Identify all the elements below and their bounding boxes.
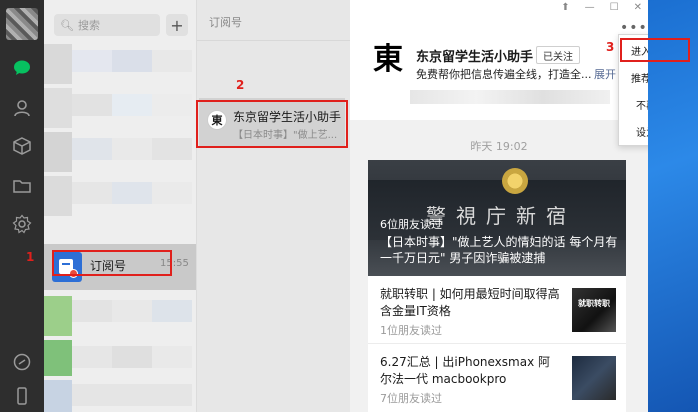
blurred-text [72, 50, 112, 72]
column-title: 订阅号 [209, 16, 242, 29]
blurred-text [112, 182, 152, 204]
blurred-avatar [44, 88, 72, 128]
blurred-text [112, 138, 152, 160]
article-reads: 7位朋友读过 [380, 392, 442, 405]
main-article[interactable]: 警視庁新宿 6位朋友读过 【日本时事】"做上艺人的情妇的话 每个月有一千万日元"… [368, 160, 626, 276]
annotation-number-1: 1 [26, 250, 35, 264]
blurred-avatar [44, 44, 72, 84]
article-thumbnail: 就职转职 [572, 288, 616, 332]
chat-icon[interactable] [12, 58, 32, 78]
mini-program-icon[interactable] [12, 352, 32, 372]
account-header: ⬆ — ☐ ✕ ••• 東 东京留学生活小助手 已关注 免费帮你把信息传遍全线，… [350, 0, 648, 120]
favorites-icon[interactable] [12, 136, 32, 156]
expand-label: 展开 [594, 68, 616, 81]
blurred-text [112, 300, 152, 322]
subscription-column: 订阅号 東 东京留学生活小助手 【日本时事】"做上艺... [196, 0, 351, 412]
blurred-text [152, 138, 192, 160]
annotation-box-3 [620, 38, 690, 62]
account-description: 免费帮你把信息传遍全线，打造全... [416, 68, 592, 81]
blurred-avatar [44, 296, 72, 336]
blurred-text [72, 384, 192, 406]
blurred-text [112, 50, 152, 72]
article-title: 【日本时事】"做上艺人的情妇的话 每个月有一千万日元" 男子因诈骗被逮捕 [380, 235, 618, 265]
plus-icon[interactable]: + [166, 14, 188, 36]
blurred-text [152, 50, 192, 72]
article-item[interactable]: 就职转职 | 如何用最短时间取得高含金量IT资格 1位朋友读过 就职转职 [368, 276, 626, 344]
blurred-avatar [44, 132, 72, 172]
article-thumbnail [572, 356, 616, 400]
blurred-text [152, 346, 192, 368]
thumbnail-text: 就职转职 [578, 299, 610, 308]
maximize-icon[interactable]: ☐ [610, 2, 619, 14]
chat-list: 🔍︎ 搜索 + [44, 0, 196, 412]
blurred-text [72, 182, 112, 204]
article-reads: 6位朋友读过 [380, 218, 442, 231]
article-title: 就职转职 | 如何用最短时间取得高含金量IT资格 [380, 287, 560, 318]
contacts-icon[interactable] [12, 98, 32, 118]
search-input[interactable]: 🔍︎ 搜索 [54, 14, 160, 36]
blurred-info [410, 90, 610, 104]
blurred-text [112, 94, 152, 116]
blurred-avatar [44, 176, 72, 216]
user-avatar[interactable] [6, 8, 38, 40]
blurred-text [152, 182, 192, 204]
settings-icon[interactable] [12, 214, 32, 234]
account-detail-panel: ⬆ — ☐ ✕ ••• 東 东京留学生活小助手 已关注 免费帮你把信息传遍全线，… [350, 0, 648, 412]
hero-sign-text: 警視庁新宿 [426, 204, 576, 228]
annotation-number-3: 3 [606, 40, 615, 54]
pin-icon[interactable]: ⬆ [561, 2, 569, 14]
account-logo: 東 [373, 42, 403, 77]
close-icon[interactable]: ✕ [634, 2, 642, 14]
blurred-text [72, 300, 112, 322]
blurred-text [72, 138, 112, 160]
article-reads: 1位朋友读过 [380, 324, 442, 337]
blurred-text [72, 94, 112, 116]
annotation-box-2 [196, 100, 348, 148]
follow-status-button[interactable]: 已关注 [536, 46, 580, 64]
blurred-text [152, 94, 192, 116]
search-placeholder: 搜索 [77, 19, 100, 32]
search-icon: 🔍︎ [60, 18, 74, 32]
blurred-text [72, 346, 112, 368]
blurred-text [152, 300, 192, 322]
date-divider: 昨天 19:02 [470, 140, 528, 153]
article-card: 警視庁新宿 6位朋友读过 【日本时事】"做上艺人的情妇的话 每个月有一千万日元"… [368, 160, 626, 412]
folder-icon[interactable] [12, 176, 32, 196]
article-title: 6.27汇总 | 出iPhonexsmax 阿尔法一代 macbookpro [380, 355, 550, 386]
window-controls: ⬆ — ☐ ✕ [542, 2, 642, 14]
annotation-box-1 [52, 250, 172, 276]
police-emblem [502, 168, 528, 194]
blurred-avatar [44, 340, 72, 376]
divider [197, 40, 351, 41]
article-item[interactable]: 6.27汇总 | 出iPhonexsmax 阿尔法一代 macbookpro 7… [368, 344, 626, 412]
annotation-number-2: 2 [236, 78, 245, 92]
left-nav [0, 0, 44, 412]
account-title: 东京留学生活小助手 [416, 50, 534, 65]
blurred-text [112, 346, 152, 368]
blurred-avatar [44, 380, 72, 412]
minimize-icon[interactable]: — [585, 2, 595, 14]
phone-icon[interactable] [12, 386, 32, 406]
